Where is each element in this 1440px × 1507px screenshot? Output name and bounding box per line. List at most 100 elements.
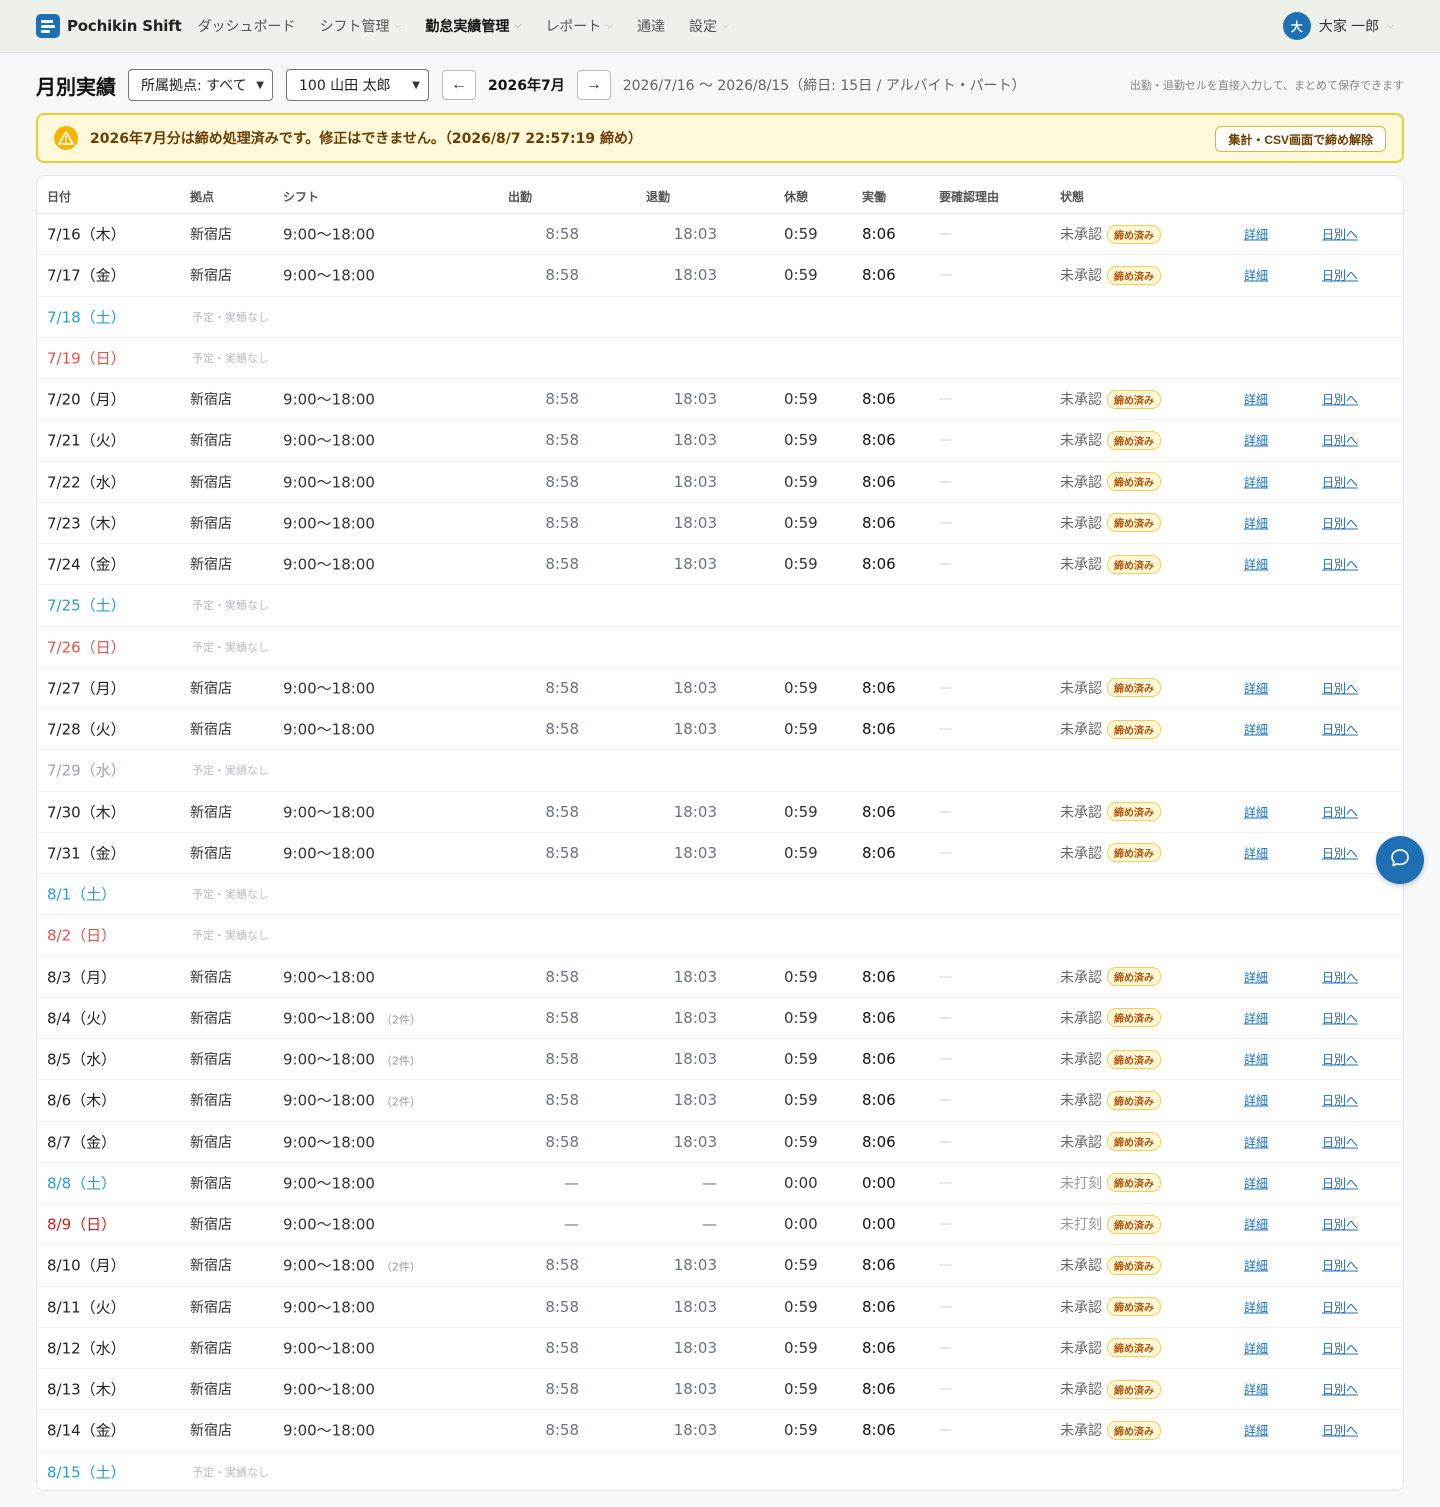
- detail-link[interactable]: 詳細: [1244, 844, 1268, 861]
- row-shift[interactable]: 9:00〜18:00: [283, 719, 375, 740]
- row-shift[interactable]: 9:00〜18:00: [283, 389, 375, 410]
- clock-in-cell[interactable]: 8:58: [545, 679, 579, 697]
- detail-link[interactable]: 詳細: [1244, 1174, 1268, 1191]
- clock-in-cell[interactable]: 8:58: [545, 431, 579, 449]
- row-shift[interactable]: 9:00〜18:00 （2件）: [283, 1049, 421, 1070]
- clock-in-cell[interactable]: 8:58: [545, 266, 579, 284]
- row-shift[interactable]: 9:00〜18:00: [283, 1420, 375, 1441]
- daily-link[interactable]: 日別へ: [1322, 721, 1358, 738]
- detail-link[interactable]: 詳細: [1244, 556, 1268, 573]
- detail-link[interactable]: 詳細: [1244, 432, 1268, 449]
- detail-link[interactable]: 詳細: [1244, 226, 1268, 243]
- clock-out-cell[interactable]: 18:03: [674, 555, 717, 573]
- daily-link[interactable]: 日別へ: [1322, 1381, 1358, 1398]
- clock-in-cell[interactable]: 8:58: [545, 514, 579, 532]
- detail-link[interactable]: 詳細: [1244, 1133, 1268, 1150]
- daily-link[interactable]: 日別へ: [1322, 556, 1358, 573]
- clock-in-cell[interactable]: 8:58: [545, 225, 579, 243]
- detail-link[interactable]: 詳細: [1244, 679, 1268, 696]
- detail-link[interactable]: 詳細: [1244, 1339, 1268, 1356]
- clock-in-cell[interactable]: 8:58: [545, 1133, 579, 1151]
- daily-link[interactable]: 日別へ: [1322, 844, 1358, 861]
- daily-link[interactable]: 日別へ: [1322, 1051, 1358, 1068]
- nav-item-5[interactable]: 設定 ⌵: [689, 16, 729, 36]
- nav-item-3[interactable]: レポート ⌵: [545, 16, 613, 36]
- daily-link[interactable]: 日別へ: [1322, 1009, 1358, 1026]
- row-shift[interactable]: 9:00〜18:00: [283, 966, 375, 987]
- clock-out-cell[interactable]: 18:03: [674, 679, 717, 697]
- prev-month-button[interactable]: ←: [442, 70, 476, 100]
- row-shift[interactable]: 9:00〜18:00 （2件）: [283, 1007, 421, 1028]
- detail-link[interactable]: 詳細: [1244, 968, 1268, 985]
- row-shift[interactable]: 9:00〜18:00 （2件）: [283, 1090, 421, 1111]
- detail-link[interactable]: 詳細: [1244, 1092, 1268, 1109]
- daily-link[interactable]: 日別へ: [1322, 267, 1358, 284]
- clock-out-cell[interactable]: 18:03: [674, 844, 717, 862]
- clock-in-cell[interactable]: 8:58: [545, 844, 579, 862]
- next-month-button[interactable]: →: [576, 70, 611, 100]
- chat-button[interactable]: [1376, 836, 1424, 884]
- app-logo[interactable]: Pochikin Shift: [36, 14, 182, 38]
- daily-link[interactable]: 日別へ: [1322, 226, 1358, 243]
- clock-out-cell[interactable]: 18:03: [674, 1050, 717, 1068]
- detail-link[interactable]: 詳細: [1244, 1298, 1268, 1315]
- row-shift[interactable]: 9:00〜18:00: [283, 512, 375, 533]
- row-shift[interactable]: 9:00〜18:00: [283, 1296, 375, 1317]
- clock-in-cell[interactable]: —: [564, 1174, 579, 1192]
- row-shift[interactable]: 9:00〜18:00: [283, 801, 375, 822]
- nav-item-1[interactable]: シフト管理 ⌵: [320, 16, 402, 36]
- clock-out-cell[interactable]: 18:03: [674, 720, 717, 738]
- detail-link[interactable]: 詳細: [1244, 1051, 1268, 1068]
- daily-link[interactable]: 日別へ: [1322, 514, 1358, 531]
- detail-link[interactable]: 詳細: [1244, 267, 1268, 284]
- daily-link[interactable]: 日別へ: [1322, 1174, 1358, 1191]
- clock-in-cell[interactable]: 8:58: [545, 1050, 579, 1068]
- row-shift[interactable]: 9:00〜18:00: [283, 554, 375, 575]
- detail-link[interactable]: 詳細: [1244, 1009, 1268, 1026]
- detail-link[interactable]: 詳細: [1244, 391, 1268, 408]
- clock-out-cell[interactable]: 18:03: [674, 1009, 717, 1027]
- clock-in-cell[interactable]: 8:58: [545, 1421, 579, 1439]
- user-menu[interactable]: 大 大家 一郎 ⌵: [1282, 12, 1394, 40]
- clock-out-cell[interactable]: —: [702, 1215, 717, 1233]
- clock-out-cell[interactable]: 18:03: [674, 473, 717, 491]
- clock-in-cell[interactable]: 8:58: [545, 1298, 579, 1316]
- clock-out-cell[interactable]: 18:03: [674, 803, 717, 821]
- nav-item-4[interactable]: 通達: [637, 16, 665, 36]
- row-shift[interactable]: 9:00〜18:00: [283, 1172, 375, 1193]
- daily-link[interactable]: 日別へ: [1322, 1422, 1358, 1439]
- row-shift[interactable]: 9:00〜18:00: [283, 1131, 375, 1152]
- daily-link[interactable]: 日別へ: [1322, 1298, 1358, 1315]
- clock-out-cell[interactable]: 18:03: [674, 225, 717, 243]
- clock-in-cell[interactable]: 8:58: [545, 1009, 579, 1027]
- detail-link[interactable]: 詳細: [1244, 514, 1268, 531]
- clock-in-cell[interactable]: 8:58: [545, 1339, 579, 1357]
- daily-link[interactable]: 日別へ: [1322, 473, 1358, 490]
- clock-in-cell[interactable]: 8:58: [545, 1380, 579, 1398]
- row-shift[interactable]: 9:00〜18:00: [283, 677, 375, 698]
- clock-out-cell[interactable]: 18:03: [674, 1091, 717, 1109]
- clock-in-cell[interactable]: 8:58: [545, 1091, 579, 1109]
- clock-out-cell[interactable]: 18:03: [674, 968, 717, 986]
- clock-in-cell[interactable]: 8:58: [545, 720, 579, 738]
- detail-link[interactable]: 詳細: [1244, 1422, 1268, 1439]
- clock-out-cell[interactable]: 18:03: [674, 1256, 717, 1274]
- daily-link[interactable]: 日別へ: [1322, 432, 1358, 449]
- row-shift[interactable]: 9:00〜18:00: [283, 842, 375, 863]
- nav-item-2[interactable]: 勤怠実績管理 ⌵: [425, 16, 521, 36]
- clock-out-cell[interactable]: 18:03: [674, 431, 717, 449]
- clock-out-cell[interactable]: 18:03: [674, 1380, 717, 1398]
- clock-out-cell[interactable]: 18:03: [674, 1421, 717, 1439]
- unlock-closing-button[interactable]: 集計・CSV画面で締め解除: [1215, 126, 1386, 152]
- row-shift[interactable]: 9:00〜18:00 （2件）: [283, 1255, 421, 1276]
- daily-link[interactable]: 日別へ: [1322, 679, 1358, 696]
- staff-select[interactable]: 100 山田 太郎 ▼: [286, 69, 429, 101]
- clock-out-cell[interactable]: 18:03: [674, 1339, 717, 1357]
- clock-out-cell[interactable]: —: [702, 1174, 717, 1192]
- row-shift[interactable]: 9:00〜18:00: [283, 1379, 375, 1400]
- clock-out-cell[interactable]: 18:03: [674, 266, 717, 284]
- clock-in-cell[interactable]: 8:58: [545, 1256, 579, 1274]
- daily-link[interactable]: 日別へ: [1322, 968, 1358, 985]
- detail-link[interactable]: 詳細: [1244, 1381, 1268, 1398]
- row-shift[interactable]: 9:00〜18:00: [283, 1337, 375, 1358]
